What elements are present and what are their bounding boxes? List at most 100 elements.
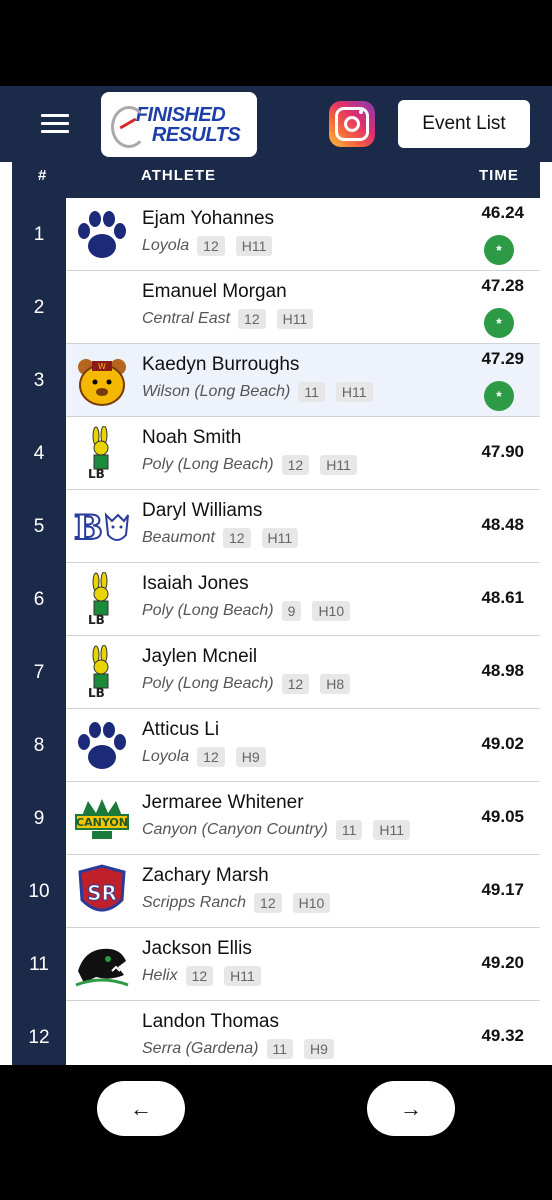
jackrabbit-logo: LB (74, 426, 130, 482)
time-value: 49.17 (481, 880, 524, 899)
school-name: Poly (Long Beach) (142, 602, 274, 619)
finished-results-logo[interactable]: FINISHED RESULTS (101, 92, 257, 157)
heat-badge: H11 (320, 455, 357, 475)
heat-badge: H10 (312, 601, 351, 621)
table-row[interactable]: 8 Atticus Li Loyola 12 H9 49.02 (12, 709, 540, 782)
previous-page-button[interactable]: ← (97, 1081, 185, 1136)
table-row[interactable]: 11 Jackson Ellis Helix 12 H11 49.20 (12, 928, 540, 1001)
rank-cell: 8 (12, 709, 66, 782)
heat-badge: H11 (373, 820, 411, 840)
table-row[interactable]: 12 Landon Thomas Serra (Gardena) 11 H9 49.32 (12, 1001, 540, 1065)
athlete-meta: Canyon (Canyon Country) 11 H11 (142, 820, 421, 840)
school-name: Canyon (Canyon Country) (142, 821, 328, 838)
rank-cell: 9 (12, 782, 66, 855)
heat-badge: H11 (235, 236, 273, 256)
table-row[interactable]: 5 B Daryl Williams Beaumont 12 H11 48.48 (12, 490, 540, 563)
heat-badge: H9 (304, 1039, 334, 1059)
instagram-icon[interactable] (329, 101, 375, 147)
grade-badge: 12 (281, 674, 310, 694)
arrow-right-icon: → (400, 1095, 422, 1121)
rank-cell: 1 (12, 198, 66, 271)
rank-cell: 2 (12, 271, 66, 344)
sr-shield-logo: SR (74, 864, 130, 920)
table-row[interactable]: 3 W Kaedyn Burroughs Wilson (Long Beach) 11 H… (12, 344, 540, 417)
time-value: 49.32 (481, 1026, 524, 1045)
grade-badge: 12 (197, 236, 225, 256)
svg-text:CANYON: CANYON (76, 816, 128, 829)
athlete-meta: Poly (Long Beach) 12 H11 (142, 455, 368, 475)
grade-badge: 12 (281, 455, 310, 475)
next-page-button[interactable]: → (367, 1081, 455, 1136)
rank-cell: 7 (12, 636, 66, 709)
column-rank: # (38, 167, 48, 184)
table-row[interactable]: 10 SR Zachary Marsh Scripps Ranch 12 H10 49.17 (12, 855, 540, 928)
rank-cell: 4 (12, 417, 66, 490)
rank-cell: 12 (12, 1001, 66, 1065)
athlete-meta: Poly (Long Beach) 12 H8 (142, 674, 361, 694)
bottom-bar (0, 1065, 552, 1200)
heat-badge: H11 (261, 528, 299, 548)
heat-badge: H11 (335, 382, 373, 402)
athlete-name: Ejam Yohannes (142, 208, 275, 229)
grade-badge: 11 (335, 820, 363, 840)
athlete-name: Kaedyn Burroughs (142, 354, 300, 375)
time-value: 48.98 (481, 661, 524, 680)
rank-cell: 10 (12, 855, 66, 928)
logo-line1: FINISHED (135, 103, 226, 126)
panther-logo (74, 937, 130, 993)
time-value: 47.28 (481, 276, 524, 295)
rank-cell: 3 (12, 344, 66, 417)
table-row[interactable]: 7 LB Jaylen Mcneil Poly (Long Beach) 12 H8 48.… (12, 636, 540, 709)
svg-text:LB: LB (88, 613, 105, 627)
rank-cell: 11 (12, 928, 66, 1001)
arrow-left-icon: ← (130, 1095, 152, 1121)
results-panel: # ATHLETE TIME 1 Ejam Yohannes Loyola 12 H11… (0, 162, 552, 1065)
status-bar-area (0, 0, 552, 86)
results-list: 1 Ejam Yohannes Loyola 12 H11 46.24 * 2 Emanuel … (12, 198, 540, 1065)
heat-badge: H9 (235, 747, 266, 767)
table-row[interactable]: 2 Emanuel Morgan Central East 12 H11 47.28 * (12, 271, 540, 344)
time-value: 47.29 (481, 349, 524, 368)
table-row[interactable]: 6 LB Isaiah Jones Poly (Long Beach) 9 H10 48.6… (12, 563, 540, 636)
athlete-meta: Helix 12 H11 (142, 966, 272, 986)
event-list-button[interactable]: Event List (398, 100, 530, 148)
heat-badge: H10 (292, 893, 331, 913)
school-name: Loyola (142, 237, 190, 254)
table-row[interactable]: 4 LB Noah Smith Poly (Long Beach) 12 H11 47.90 (12, 417, 540, 490)
qualifier-badge: * (484, 381, 514, 411)
svg-text:SR: SR (87, 881, 117, 905)
stopwatch-icon (111, 106, 147, 148)
athlete-meta: Scripps Ranch 12 H10 (142, 893, 341, 913)
grade-badge: 11 (266, 1039, 294, 1059)
athlete-name: Jackson Ellis (142, 938, 252, 959)
school-name: Beaumont (142, 529, 215, 546)
bear-mascot-logo: W (74, 353, 130, 409)
grade-badge: 11 (298, 382, 325, 402)
time-value: 48.48 (481, 515, 524, 534)
time-value: 49.02 (481, 734, 524, 753)
grade-badge: 12 (185, 966, 214, 986)
heat-badge: H11 (276, 309, 314, 329)
rank-cell: 6 (12, 563, 66, 636)
qualifier-badge: * (484, 235, 514, 265)
athlete-meta: Central East 12 H11 (142, 309, 324, 329)
athlete-name: Jaylen Mcneil (142, 646, 258, 667)
time-value: 49.20 (481, 953, 524, 972)
grade-badge: 9 (281, 601, 302, 621)
grade-badge: 12 (197, 747, 225, 767)
svg-text:B: B (74, 508, 103, 547)
school-name: Scripps Ranch (142, 894, 247, 911)
hamburger-menu-icon[interactable] (41, 114, 69, 134)
grade-badge: 12 (222, 528, 251, 548)
time-value: 46.24 (481, 203, 524, 222)
athlete-name: Landon Thomas (142, 1011, 279, 1032)
heat-badge: H8 (320, 674, 351, 694)
table-row[interactable]: 9 CANYON Jermaree Whitener Canyon (Canyon C… (12, 782, 540, 855)
table-row[interactable]: 1 Ejam Yohannes Loyola 12 H11 46.24 * (12, 198, 540, 271)
athlete-name: Atticus Li (142, 719, 220, 740)
time-value: 47.90 (481, 442, 524, 461)
jackrabbit-logo: LB (74, 572, 130, 628)
athlete-meta: Poly (Long Beach) 9 H10 (142, 601, 361, 621)
school-name: Poly (Long Beach) (142, 675, 274, 692)
paw-print-logo (74, 207, 130, 263)
